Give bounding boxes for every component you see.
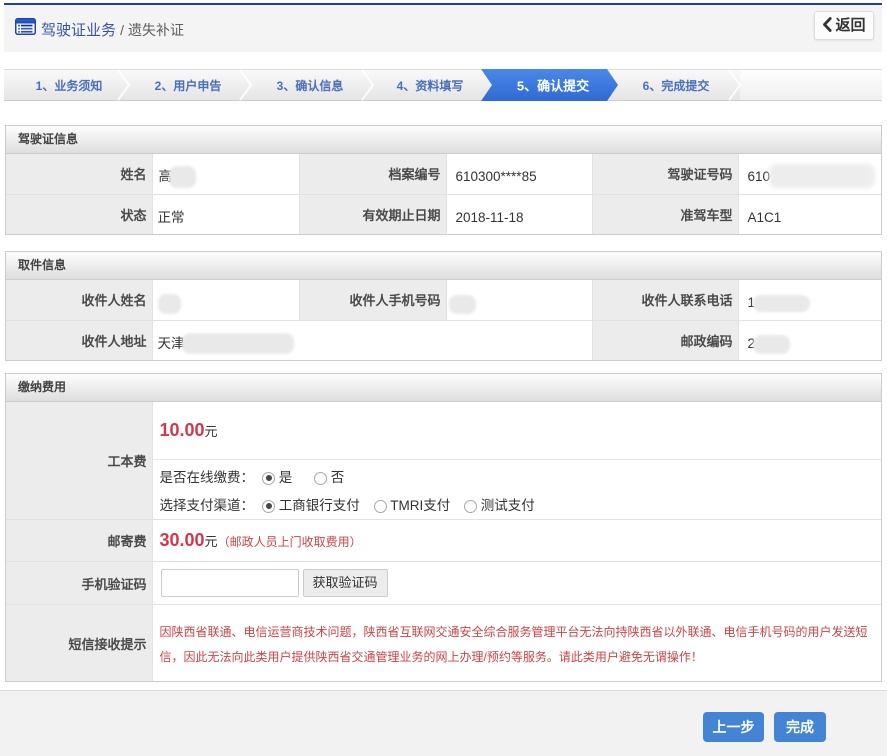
svg-text:3、确认信息: 3、确认信息 bbox=[277, 78, 344, 93]
svg-text:6、完成提交: 6、完成提交 bbox=[643, 78, 710, 93]
svg-text:5、确认提交: 5、确认提交 bbox=[517, 79, 589, 94]
svg-text:2、用户申告: 2、用户申告 bbox=[155, 78, 222, 93]
svg-text:1、业务须知: 1、业务须知 bbox=[36, 78, 103, 93]
svg-text:4、资料填写: 4、资料填写 bbox=[397, 78, 464, 93]
